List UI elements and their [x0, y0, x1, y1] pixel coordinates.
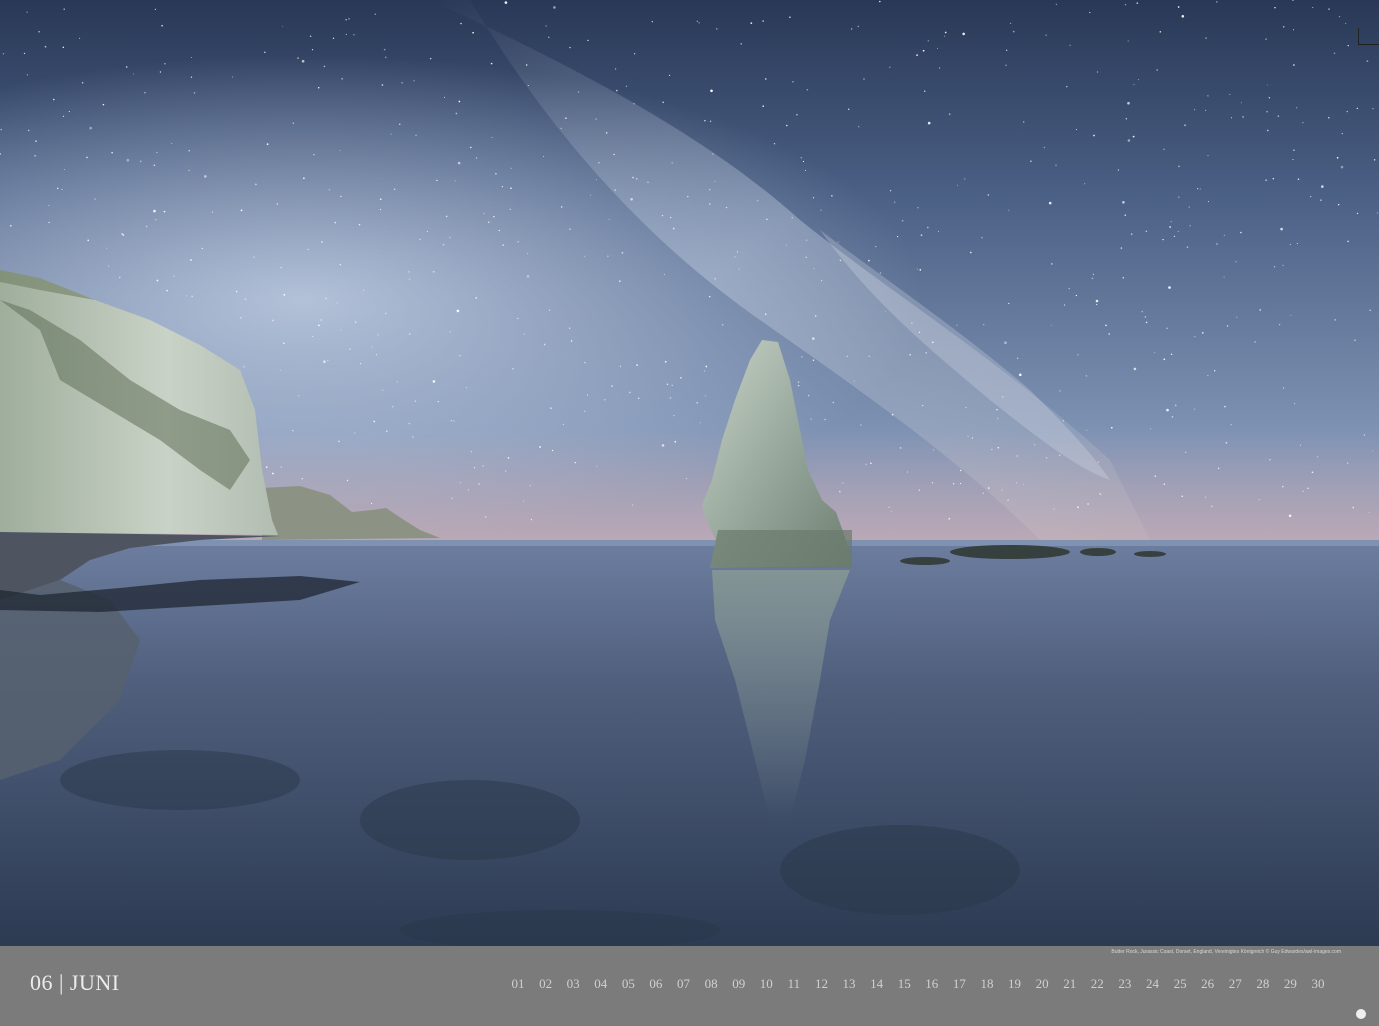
day-18: 18: [980, 976, 994, 991]
day-19: 19: [1008, 976, 1022, 991]
page-badge: [1356, 1009, 1366, 1019]
day-21: 21: [1063, 976, 1077, 991]
day-05: 05: [621, 976, 635, 991]
day-13: 13: [842, 976, 856, 991]
day-16: 16: [925, 976, 939, 991]
day-20: 20: [1035, 976, 1049, 991]
day-11: 11: [787, 976, 801, 991]
calendar-page: Butter Rock, Jurassic Coast, Dorset, Eng…: [0, 0, 1379, 1026]
day-02: 02: [539, 976, 553, 991]
day-14: 14: [870, 976, 884, 991]
landscape-photo: [0, 0, 1379, 946]
day-07: 07: [677, 976, 691, 991]
photo-caption: Butter Rock, Jurassic Coast, Dorset, Eng…: [1111, 949, 1341, 955]
day-15: 15: [897, 976, 911, 991]
day-row: 01 02 03 04 05 06 07 08 09 10 11 12 13 14 15 16 17 18 19 20…: [0, 976, 1379, 1026]
day-30: 30: [1311, 976, 1325, 991]
day-10: 10: [759, 976, 773, 991]
day-04: 04: [594, 976, 608, 991]
day-03: 03: [566, 976, 580, 991]
day-24: 24: [1145, 976, 1159, 991]
day-08: 08: [704, 976, 718, 991]
calendar-footer: Butter Rock, Jurassic Coast, Dorset, Eng…: [0, 946, 1379, 1026]
crop-mark-vertical: [1358, 28, 1359, 45]
day-28: 28: [1256, 976, 1270, 991]
day-29: 29: [1283, 976, 1297, 991]
day-12: 12: [814, 976, 828, 991]
day-23: 23: [1118, 976, 1132, 991]
day-17: 17: [952, 976, 966, 991]
day-01: 01: [511, 976, 525, 991]
crop-mark-horizontal: [1358, 44, 1379, 45]
day-09: 09: [732, 976, 746, 991]
day-26: 26: [1201, 976, 1215, 991]
day-25: 25: [1173, 976, 1187, 991]
day-22: 22: [1090, 976, 1104, 991]
day-27: 27: [1228, 976, 1242, 991]
day-06: 06: [649, 976, 663, 991]
